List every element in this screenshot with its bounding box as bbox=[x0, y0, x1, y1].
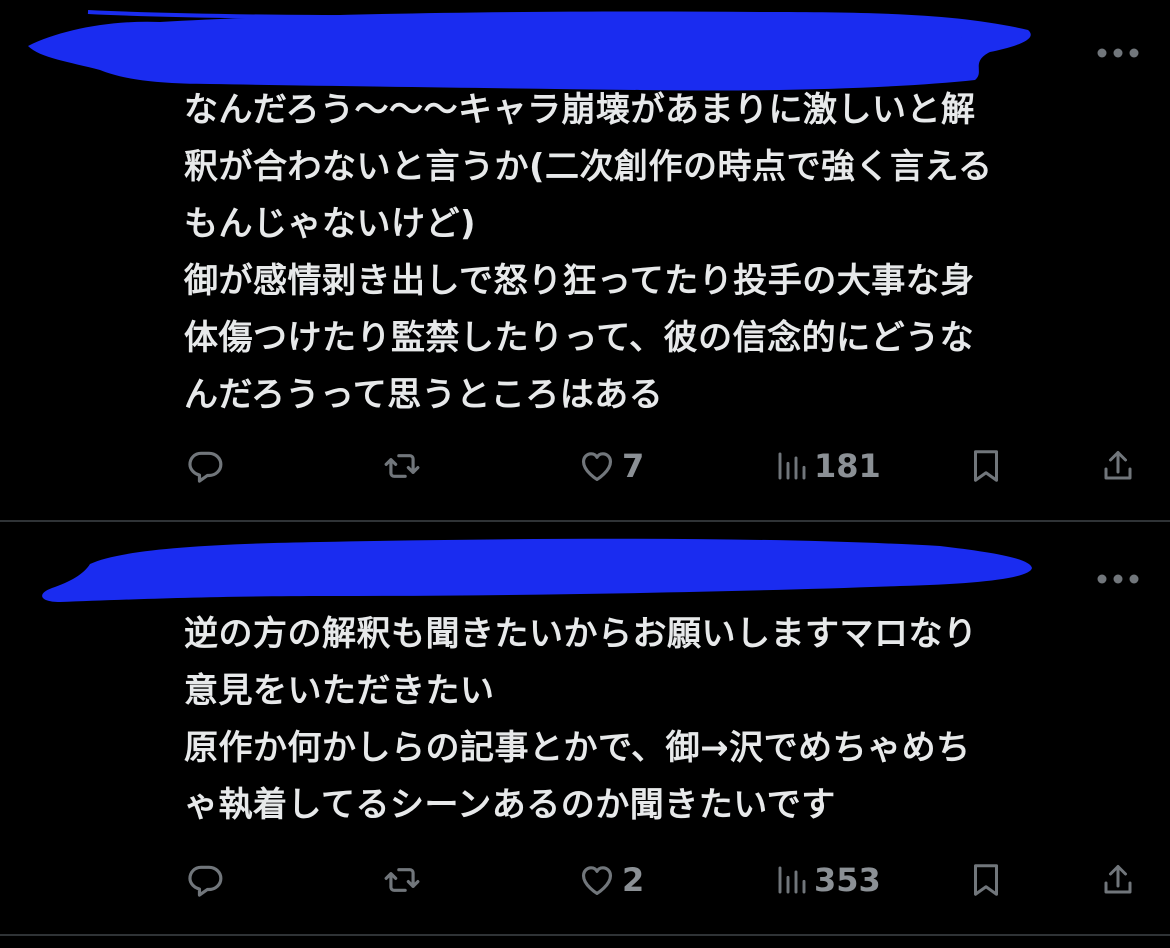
views-chart-icon bbox=[778, 452, 806, 480]
retweet-button[interactable] bbox=[382, 442, 422, 490]
like-count: 2 bbox=[622, 861, 645, 899]
views-button[interactable]: 353 bbox=[776, 856, 881, 904]
reply-icon bbox=[188, 451, 223, 483]
like-button[interactable]: 2 bbox=[578, 856, 644, 904]
tweet[interactable]: なんだろう〜〜〜キャラ崩壊があまりに激しいと解 釈が合わないと言うか(二次創作の… bbox=[0, 0, 1170, 520]
tweet[interactable]: 逆の方の解釈も聞きたいからお願いしますマロなり 意見をいただきたい 原作か何かし… bbox=[0, 522, 1170, 948]
reply-icon bbox=[188, 865, 223, 897]
more-options-button[interactable] bbox=[1096, 42, 1140, 64]
share-icon bbox=[1104, 865, 1132, 894]
bookmark-button[interactable] bbox=[968, 856, 1004, 904]
retweet-icon bbox=[384, 454, 420, 478]
retweet-button[interactable] bbox=[382, 856, 422, 904]
like-count: 7 bbox=[622, 447, 645, 485]
heart-icon bbox=[581, 866, 613, 896]
share-icon bbox=[1104, 451, 1132, 480]
more-options-button[interactable] bbox=[1096, 568, 1140, 590]
tweet-actions: 2 353 bbox=[0, 856, 1170, 904]
bookmark-icon bbox=[974, 450, 998, 482]
redaction-scribble bbox=[42, 538, 1033, 602]
heart-icon bbox=[581, 452, 613, 482]
views-button[interactable]: 181 bbox=[776, 442, 881, 490]
share-button[interactable] bbox=[1100, 442, 1136, 490]
view-count: 353 bbox=[814, 861, 881, 899]
bookmark-button[interactable] bbox=[968, 442, 1004, 490]
reply-button[interactable] bbox=[186, 856, 224, 904]
reply-button[interactable] bbox=[186, 442, 224, 490]
like-button[interactable]: 7 bbox=[578, 442, 644, 490]
share-button[interactable] bbox=[1100, 856, 1136, 904]
tweet-text: 逆の方の解釈も聞きたいからお願いしますマロなり 意見をいただきたい 原作か何かし… bbox=[184, 614, 978, 825]
retweet-icon bbox=[384, 868, 420, 892]
view-count: 181 bbox=[814, 447, 881, 485]
tweet-actions: 7 181 bbox=[0, 442, 1170, 490]
tweet-text: なんだろう〜〜〜キャラ崩壊があまりに激しいと解 釈が合わないと言うか(二次創作の… bbox=[184, 90, 993, 415]
more-horizontal-icon bbox=[1097, 48, 1139, 58]
tweet-divider bbox=[0, 934, 1170, 936]
views-chart-icon bbox=[778, 866, 806, 894]
bookmark-icon bbox=[974, 864, 998, 896]
more-horizontal-icon bbox=[1097, 574, 1139, 584]
